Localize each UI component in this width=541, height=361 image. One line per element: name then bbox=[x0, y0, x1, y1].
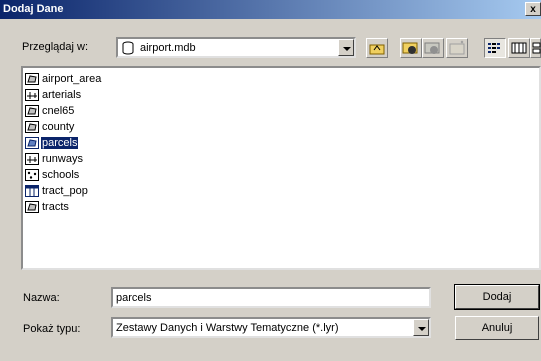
thumbnails-view-icon bbox=[532, 42, 541, 54]
name-field-value: parcels bbox=[116, 292, 152, 304]
file-type-combo[interactable]: Zestawy Danych i Warstwy Tematyczne (*.l… bbox=[111, 317, 431, 338]
look-in-combo[interactable]: airport.mdb bbox=[116, 37, 356, 58]
table-icon bbox=[25, 185, 39, 197]
polygon-layer-icon bbox=[25, 121, 39, 133]
details-view-icon bbox=[511, 42, 527, 54]
polygon-layer-icon bbox=[25, 137, 39, 149]
polygon-layer-icon bbox=[25, 73, 39, 85]
add-button[interactable]: Dodaj bbox=[454, 284, 540, 310]
point-layer-icon bbox=[25, 169, 39, 181]
cancel-button[interactable]: Anuluj bbox=[455, 316, 539, 340]
name-field[interactable]: parcels bbox=[111, 287, 431, 308]
look-in-label: Przeglądaj w: bbox=[22, 41, 89, 53]
line-layer-icon bbox=[25, 89, 39, 101]
new-folder-icon bbox=[449, 40, 465, 55]
thumbnails-view-button[interactable] bbox=[530, 38, 541, 58]
details-view-button[interactable] bbox=[508, 38, 530, 58]
connect-folder-icon bbox=[402, 42, 418, 54]
connect-folder-button[interactable] bbox=[400, 38, 422, 58]
name-label: Nazwa: bbox=[23, 292, 60, 304]
file-list[interactable]: airport_area arterials cnel65 county par… bbox=[21, 66, 541, 270]
disconnect-folder-button[interactable] bbox=[422, 38, 444, 58]
title-bar[interactable]: Dodaj Dane x bbox=[0, 0, 541, 19]
disconnect-folder-icon bbox=[424, 42, 440, 54]
polygon-layer-icon bbox=[25, 201, 39, 213]
list-view-icon bbox=[488, 43, 500, 53]
list-view-button[interactable] bbox=[484, 38, 506, 58]
polygon-layer-icon bbox=[25, 105, 39, 117]
type-label: Pokaż typu: bbox=[23, 323, 81, 335]
line-layer-icon bbox=[25, 153, 39, 165]
database-icon bbox=[122, 41, 134, 55]
chevron-down-icon[interactable] bbox=[338, 39, 354, 56]
close-button[interactable]: x bbox=[525, 2, 541, 16]
chevron-down-icon[interactable] bbox=[413, 319, 429, 336]
add-data-dialog: Dodaj Dane x Przeglądaj w: airport.mdb a… bbox=[0, 0, 541, 361]
look-in-value: airport.mdb bbox=[140, 42, 196, 54]
window-title: Dodaj Dane bbox=[3, 3, 64, 15]
file-type-value: Zestawy Danych i Warstwy Tematyczne (*.l… bbox=[116, 322, 339, 334]
new-folder-button[interactable] bbox=[446, 38, 468, 58]
up-one-level-icon bbox=[369, 44, 385, 55]
up-one-level-button[interactable] bbox=[366, 38, 388, 58]
